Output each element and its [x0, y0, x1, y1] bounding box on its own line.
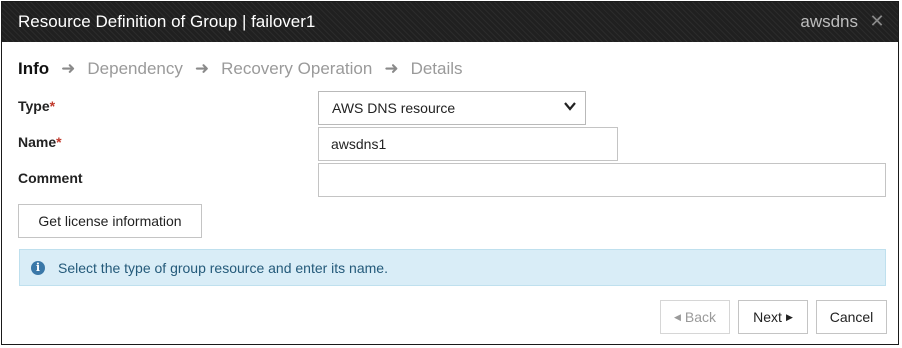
get-license-information-button[interactable]: Get license information — [18, 204, 202, 238]
step-arrow-icon: ➜ — [61, 59, 76, 78]
wizard-steps: Info ➜ Dependency ➜ Recovery Operation ➜… — [18, 58, 463, 80]
dialog-title: Resource Definition of Group | failover1 — [18, 12, 316, 31]
close-icon[interactable]: ✕ — [868, 11, 886, 31]
info-alert: i Select the type of group resource and … — [19, 249, 886, 286]
info-icon: i — [31, 261, 45, 275]
type-select-value: AWS DNS resource — [332, 100, 456, 116]
resource-name-label: awsdns — [800, 12, 858, 31]
name-label-text: Name — [18, 134, 57, 150]
next-button[interactable]: Next ▶ — [738, 300, 808, 334]
dialog-header: Resource Definition of Group | failover1… — [2, 2, 898, 42]
step-details: Details — [410, 59, 463, 78]
step-recovery-operation: Recovery Operation — [221, 59, 373, 78]
chevron-left-icon: ◀ — [673, 311, 681, 322]
type-select[interactable]: AWS DNS resource — [318, 91, 586, 125]
chevron-right-icon: ▶ — [785, 311, 793, 322]
comment-input[interactable] — [318, 163, 886, 197]
next-button-label: Next — [753, 309, 782, 325]
step-arrow-icon: ➜ — [194, 59, 210, 78]
type-label: Type* — [18, 98, 55, 114]
type-label-text: Type — [18, 98, 50, 114]
alert-text: Select the type of group resource and en… — [58, 260, 388, 276]
resource-definition-dialog: Resource Definition of Group | failover1… — [1, 1, 899, 345]
back-button[interactable]: ◀ Back — [660, 300, 730, 334]
step-dependency: Dependency — [87, 59, 183, 78]
cancel-button[interactable]: Cancel — [816, 300, 887, 334]
name-input[interactable]: awsdns1 — [318, 127, 618, 161]
chevron-down-icon — [564, 102, 576, 111]
step-info: Info — [18, 59, 50, 78]
required-mark: * — [49, 98, 56, 114]
required-mark: * — [56, 134, 62, 150]
back-button-label: Back — [684, 309, 717, 325]
name-label: Name* — [18, 134, 62, 150]
step-arrow-icon: ➜ — [384, 59, 399, 78]
comment-label: Comment — [18, 170, 83, 186]
